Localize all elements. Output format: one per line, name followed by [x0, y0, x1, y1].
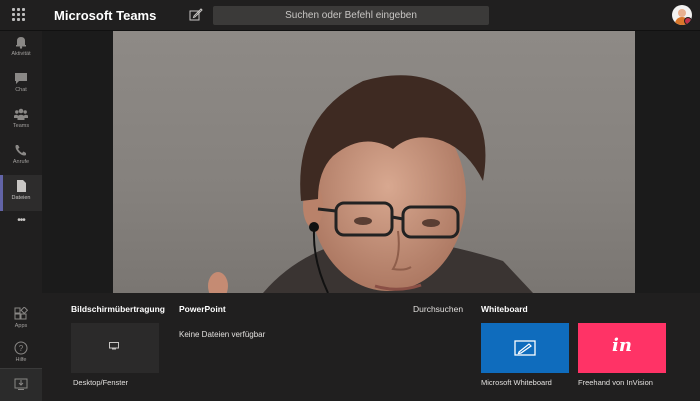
rail-item-label: Hilfe — [15, 357, 27, 363]
whiteboard-title: Whiteboard — [481, 304, 528, 314]
no-files-text: Keine Dateien verfügbar — [179, 330, 266, 339]
rail-item-label: Dateien — [11, 195, 31, 201]
rail-item-label: Apps — [14, 323, 28, 329]
app-rail: Aktivität Chat Teams Anrufe Dateien ••• … — [0, 31, 42, 400]
phone-icon — [15, 145, 26, 156]
browse-button[interactable]: Durchsuchen — [413, 304, 463, 314]
microsoft-whiteboard-label: Microsoft Whiteboard — [481, 378, 552, 387]
invision-freehand-label: Freehand von InVision — [578, 378, 653, 387]
file-icon — [17, 180, 26, 192]
participant-video-image — [208, 75, 533, 293]
screen-share-title: Bildschirmübertragung — [71, 304, 165, 314]
avatar[interactable] — [672, 5, 692, 25]
powerpoint-title: PowerPoint — [179, 304, 226, 314]
apps-icon — [14, 307, 28, 320]
rail-item-teams[interactable]: Teams — [0, 103, 42, 139]
bell-icon — [16, 37, 26, 49]
more-icon: ••• — [17, 215, 26, 226]
app-launcher-icon[interactable] — [12, 8, 26, 22]
whiteboard-icon — [514, 340, 536, 356]
rail-item-chat[interactable]: Chat — [0, 67, 42, 103]
chat-icon — [15, 73, 27, 84]
invision-logo-icon: in — [612, 335, 632, 356]
compose-icon[interactable] — [189, 8, 203, 22]
participant-video — [113, 31, 635, 293]
rail-item-label: Anrufe — [12, 159, 30, 165]
desktop-window-label: Desktop/Fenster — [73, 378, 129, 387]
help-icon: ? — [14, 341, 28, 355]
teams-icon — [14, 108, 28, 120]
rail-item-more[interactable]: ••• — [0, 211, 42, 247]
rail-item-label: Teams — [12, 123, 30, 129]
rail-item-label: Aktivität — [11, 51, 31, 57]
rail-item-label: Chat — [15, 87, 27, 93]
search-input[interactable]: Suchen oder Befehl eingeben — [213, 6, 489, 25]
download-icon — [14, 378, 28, 390]
status-badge — [684, 17, 692, 25]
monitor-icon — [109, 342, 119, 350]
rail-item-files[interactable]: Dateien — [0, 175, 42, 211]
app-title: Microsoft Teams — [54, 8, 157, 23]
rail-item-calls[interactable]: Anrufe — [0, 139, 42, 175]
rail-item-apps[interactable]: Apps — [0, 303, 42, 339]
download-bar[interactable] — [0, 368, 42, 401]
title-bar: Microsoft Teams Suchen oder Befehl einge… — [0, 0, 700, 31]
rail-item-activity[interactable]: Aktivität — [0, 31, 42, 67]
svg-text:?: ? — [19, 344, 24, 353]
